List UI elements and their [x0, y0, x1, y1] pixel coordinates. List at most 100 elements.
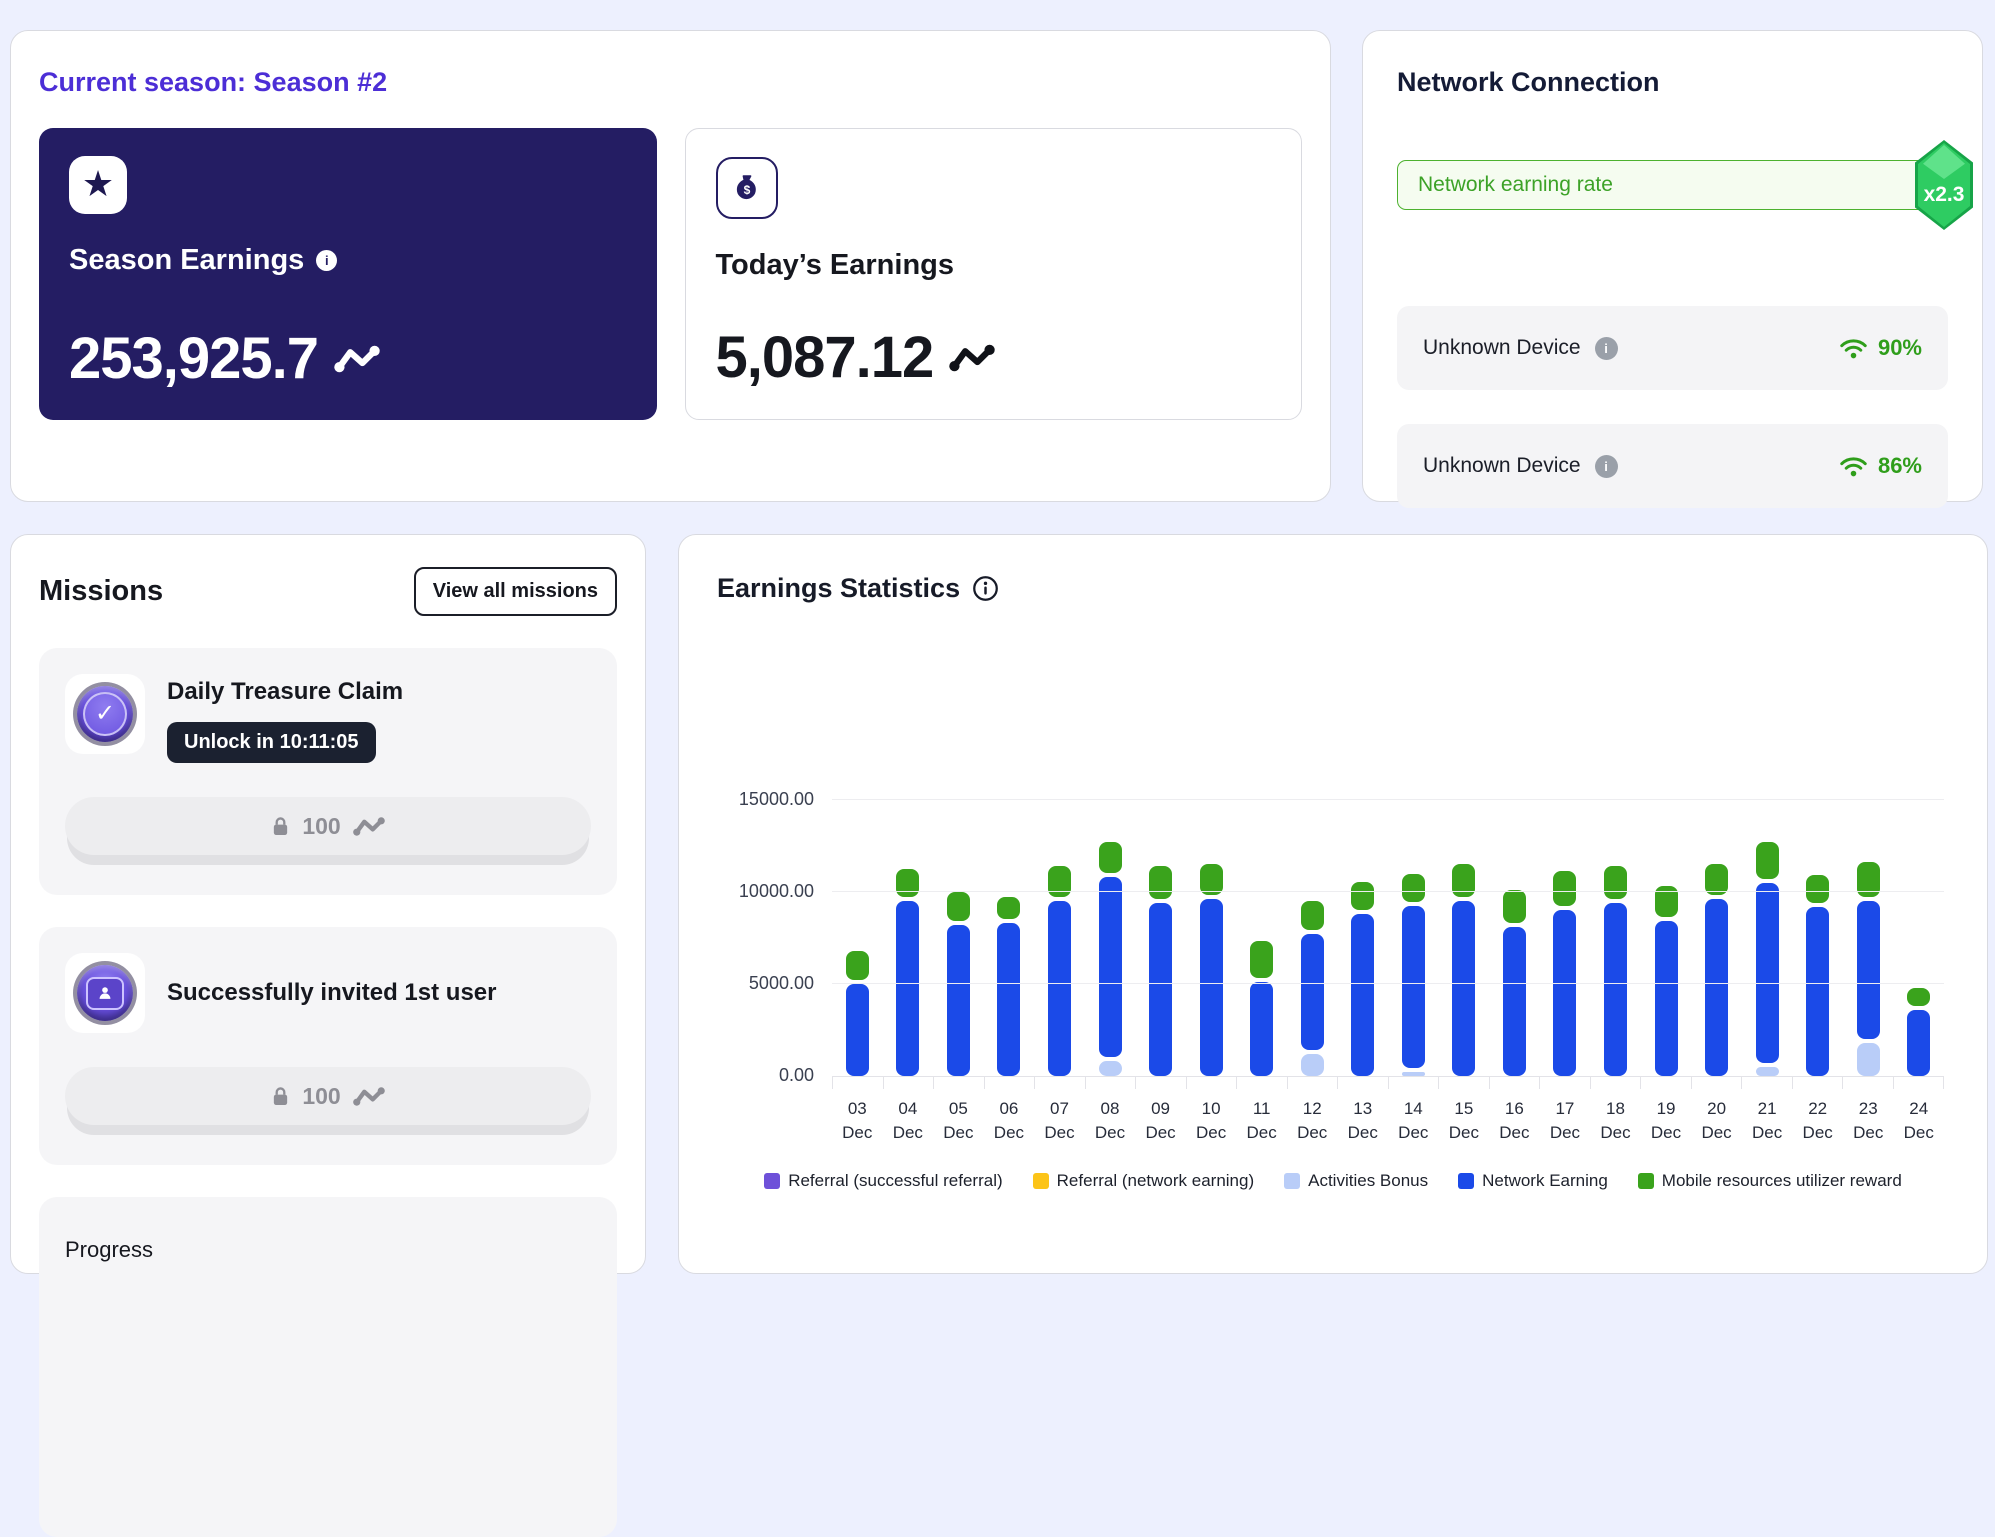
- activity-icon: [334, 344, 380, 374]
- y-axis-label: 15000.00: [739, 789, 814, 810]
- x-axis-label: 12Dec: [1287, 1097, 1338, 1145]
- legend-item[interactable]: Activities Bonus: [1284, 1171, 1428, 1191]
- device-info-icon[interactable]: i: [1595, 455, 1618, 478]
- season-earnings-info-icon[interactable]: i: [316, 250, 337, 271]
- bar-segment: [1402, 906, 1425, 1068]
- mission-title: Daily Treasure Claim: [167, 678, 403, 706]
- x-axis-label: 15Dec: [1439, 1097, 1490, 1145]
- activity-icon: [353, 1086, 385, 1107]
- legend-swatch: [1284, 1173, 1300, 1189]
- x-axis-label: 07Dec: [1034, 1097, 1085, 1145]
- legend-swatch: [1033, 1173, 1049, 1189]
- legend-label: Activities Bonus: [1308, 1171, 1428, 1191]
- bar-13-dec[interactable]: [1337, 754, 1388, 1076]
- season-earnings-value: 253,925.7: [69, 325, 318, 392]
- legend-item[interactable]: Referral (network earning): [1033, 1171, 1254, 1191]
- bar-06-dec[interactable]: [984, 754, 1035, 1076]
- bar-24-dec[interactable]: [1893, 754, 1944, 1076]
- bar-segment: [1301, 934, 1324, 1050]
- info-icon[interactable]: [972, 575, 999, 602]
- bar-20-dec[interactable]: [1691, 754, 1742, 1076]
- activity-icon: [949, 343, 995, 373]
- bar-23-dec[interactable]: [1843, 754, 1894, 1076]
- axis-tick: [1793, 1077, 1844, 1089]
- chart-bars: [832, 754, 1944, 1076]
- bar-21-dec[interactable]: [1742, 754, 1793, 1076]
- x-axis-label: 06Dec: [984, 1097, 1035, 1145]
- x-axis-label: 09Dec: [1135, 1097, 1186, 1145]
- bar-12-dec[interactable]: [1287, 754, 1338, 1076]
- bar-09-dec[interactable]: [1135, 754, 1186, 1076]
- device-info-icon[interactable]: i: [1595, 337, 1618, 360]
- missions-title: Missions: [39, 575, 163, 608]
- device-name: Unknown Device: [1423, 454, 1581, 478]
- bar-22-dec[interactable]: [1792, 754, 1843, 1076]
- x-axis-label: 04Dec: [883, 1097, 934, 1145]
- check-icon: ✓: [95, 702, 115, 726]
- axis-tick: [1591, 1077, 1642, 1089]
- current-season-heading: Current season: Season #2: [39, 67, 1302, 98]
- earning-multiplier-badge: x2.3: [1915, 140, 1973, 230]
- axis-tick: [1187, 1077, 1238, 1089]
- claim-reward-button[interactable]: 100: [65, 797, 591, 855]
- bar-08-dec[interactable]: [1085, 754, 1136, 1076]
- todays-earnings-value: 5,087.12: [716, 324, 934, 391]
- todays-earnings-card: $ Today’s Earnings 5,087.12: [685, 128, 1303, 420]
- reward-amount: 100: [302, 813, 340, 840]
- x-axis-label: 13Dec: [1337, 1097, 1388, 1145]
- earnings-subcards: ★ Season Earnings i 253,925.7 $: [39, 128, 1302, 420]
- bar-segment: [896, 869, 919, 897]
- bar-segment: [997, 897, 1020, 919]
- x-axis-label: 14Dec: [1388, 1097, 1439, 1145]
- claim-reward-button[interactable]: 100: [65, 1067, 591, 1125]
- bar-segment: [1806, 875, 1829, 903]
- earnings-bar-chart: 15000.0010000.005000.000.00: [832, 754, 1944, 1076]
- bar-07-dec[interactable]: [1034, 754, 1085, 1076]
- lock-icon: [271, 816, 290, 837]
- bar-segment: [947, 892, 970, 921]
- bar-segment: [1099, 1061, 1122, 1076]
- x-axis-label: 17Dec: [1540, 1097, 1591, 1145]
- bar-10-dec[interactable]: [1186, 754, 1237, 1076]
- bar-11-dec[interactable]: [1236, 754, 1287, 1076]
- axis-tick: [934, 1077, 985, 1089]
- bar-19-dec[interactable]: [1641, 754, 1692, 1076]
- bar-16-dec[interactable]: [1489, 754, 1540, 1076]
- bar-17-dec[interactable]: [1540, 754, 1591, 1076]
- x-axis-label: 22Dec: [1792, 1097, 1843, 1145]
- network-earning-rate-label: Network earning rate: [1418, 173, 1613, 197]
- lock-icon: [271, 1086, 290, 1107]
- mission-item-invite-user[interactable]: Successfully invited 1st user 100: [39, 927, 617, 1165]
- network-connection-card: Network Connection Network earning rate …: [1362, 30, 1983, 502]
- bar-segment: [1351, 882, 1374, 910]
- bar-segment: [1351, 914, 1374, 1076]
- bar-15-dec[interactable]: [1439, 754, 1490, 1076]
- bar-segment: [1452, 864, 1475, 897]
- bar-segment: [1301, 901, 1324, 930]
- legend-item[interactable]: Referral (successful referral): [764, 1171, 1002, 1191]
- bar-05-dec[interactable]: [933, 754, 984, 1076]
- y-axis-label: 0.00: [779, 1065, 814, 1086]
- bar-segment: [1857, 901, 1880, 1039]
- bar-segment: [896, 901, 919, 1076]
- x-axis-label: 05Dec: [933, 1097, 984, 1145]
- device-row: Unknown Device i 86%: [1397, 424, 1948, 508]
- legend-item[interactable]: Network Earning: [1458, 1171, 1608, 1191]
- bar-04-dec[interactable]: [883, 754, 934, 1076]
- legend-item[interactable]: Mobile resources utilizer reward: [1638, 1171, 1902, 1191]
- bar-segment: [1149, 903, 1172, 1076]
- bar-segment: [1806, 907, 1829, 1076]
- y-axis-label: 5000.00: [749, 973, 814, 994]
- season-earnings-card: ★ Season Earnings i 253,925.7: [39, 128, 657, 420]
- mission-item-daily-treasure[interactable]: ✓ Daily Treasure Claim Unlock in 10:11:0…: [39, 648, 617, 895]
- network-earning-rate-box: Network earning rate x2.3: [1397, 160, 1948, 210]
- bar-18-dec[interactable]: [1590, 754, 1641, 1076]
- view-all-missions-button[interactable]: View all missions: [414, 567, 617, 616]
- axis-tick: [1035, 1077, 1086, 1089]
- x-axis-label: 24Dec: [1893, 1097, 1944, 1145]
- bar-03-dec[interactable]: [832, 754, 883, 1076]
- bar-14-dec[interactable]: [1388, 754, 1439, 1076]
- axis-tick: [884, 1077, 935, 1089]
- bar-segment: [1200, 899, 1223, 1076]
- bar-segment: [1048, 901, 1071, 1076]
